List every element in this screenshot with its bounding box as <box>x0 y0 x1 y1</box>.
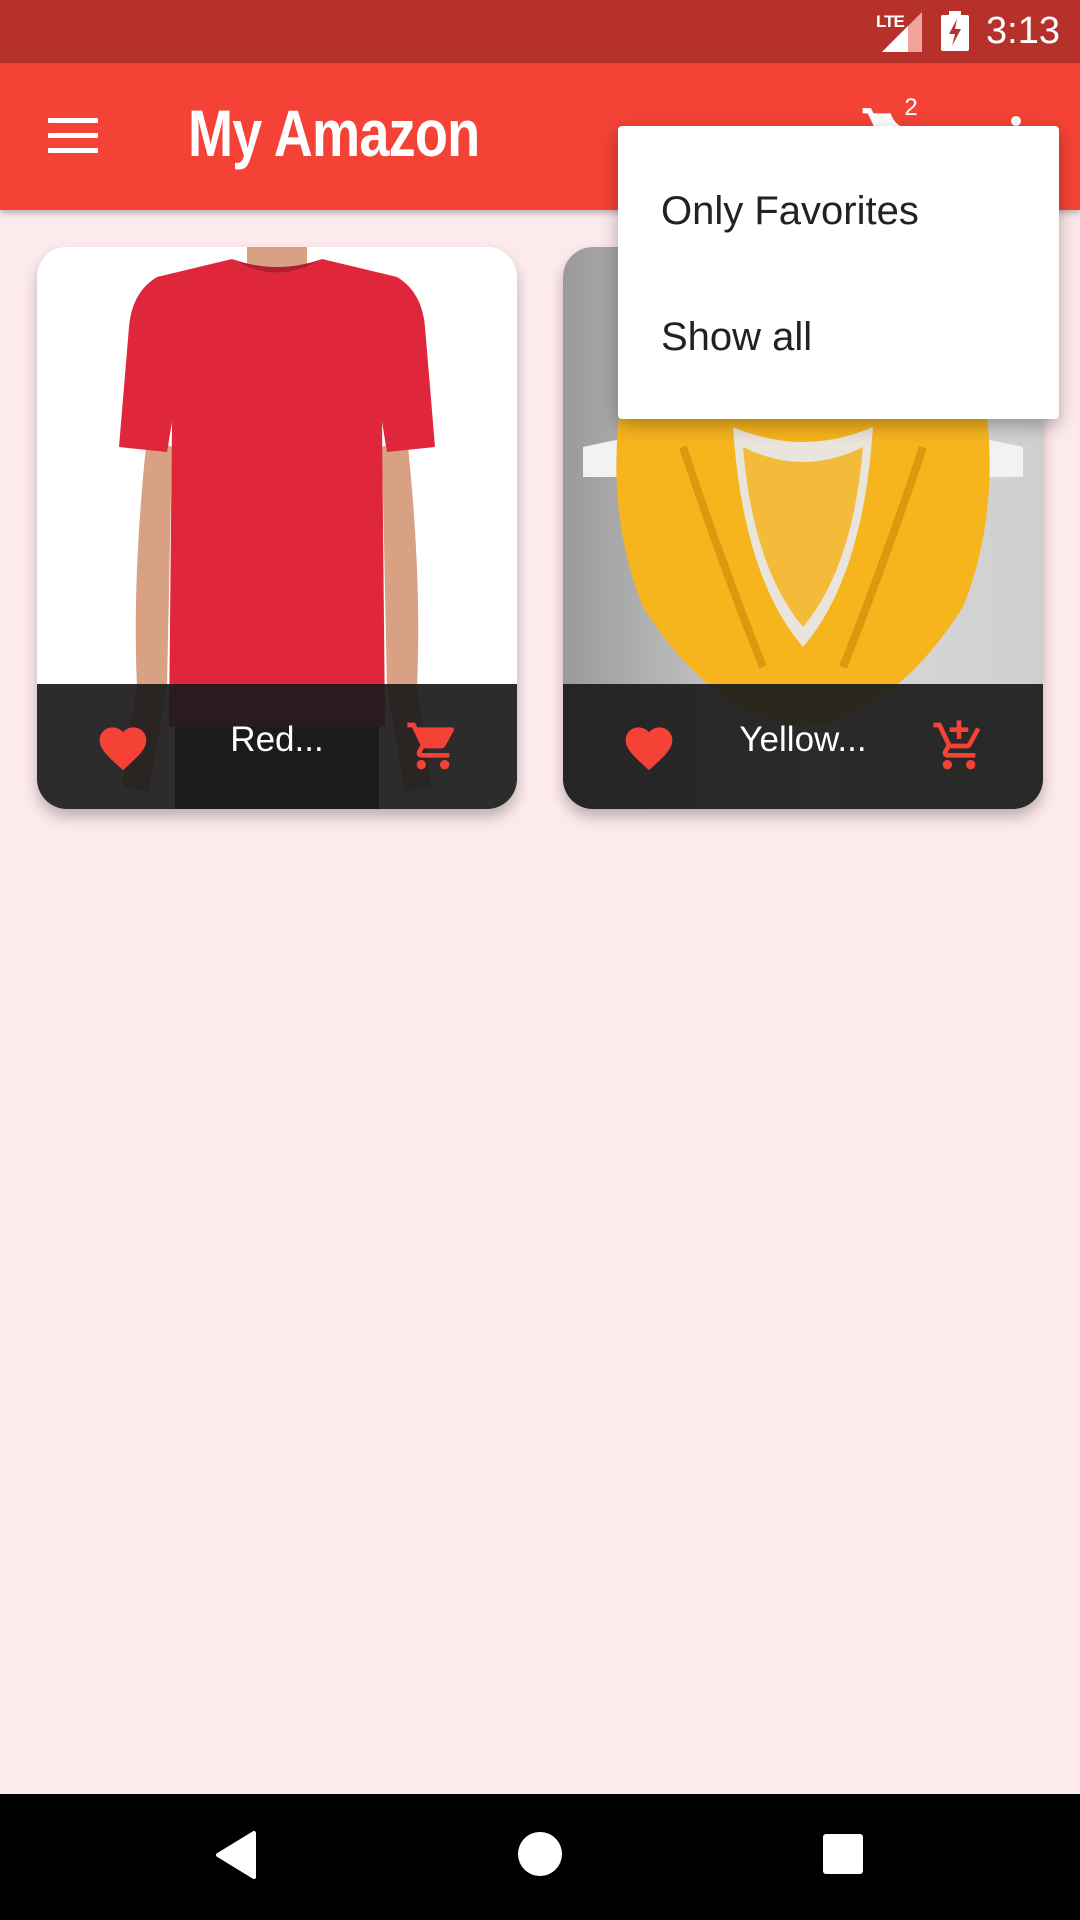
product-title: Yellow... <box>739 720 867 759</box>
menu-icon[interactable] <box>48 118 98 154</box>
network-type: LTE <box>876 12 905 31</box>
status-bar: LTE 3:13 <box>0 0 1080 63</box>
add-shopping-cart-icon[interactable] <box>931 718 987 774</box>
product-title: Red... <box>230 720 324 759</box>
heart-icon[interactable] <box>621 720 677 772</box>
clock: 3:13 <box>986 10 1060 52</box>
menu-item-show-all[interactable]: Show all <box>618 274 1059 400</box>
menu-item-only-favorites[interactable]: Only Favorites <box>618 148 1059 274</box>
filter-popup-menu: Only Favorites Show all <box>618 126 1059 419</box>
recents-icon[interactable] <box>823 1834 863 1874</box>
back-icon[interactable] <box>214 1830 258 1880</box>
system-nav-bar <box>0 1794 1080 1920</box>
product-footer: Yellow... <box>563 684 1043 809</box>
battery-charging-icon <box>941 11 969 51</box>
home-icon[interactable] <box>518 1832 562 1876</box>
product-card[interactable]: Red... <box>37 247 517 809</box>
page-title: My Amazon <box>188 96 480 170</box>
shopping-cart-icon[interactable] <box>405 718 461 774</box>
cart-count-badge: 2 <box>890 87 932 129</box>
heart-icon[interactable] <box>95 720 151 772</box>
product-footer: Red... <box>37 684 517 809</box>
